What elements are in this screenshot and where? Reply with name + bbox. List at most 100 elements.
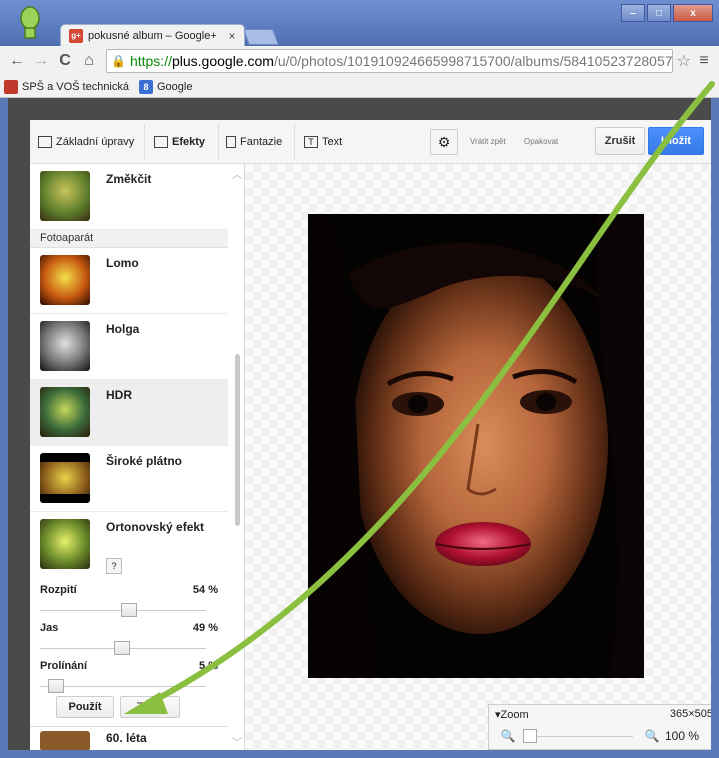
minimize-button[interactable]: – <box>621 4 645 22</box>
google-plus-icon: g+ <box>69 28 83 43</box>
effect-item-soften[interactable]: Změkčit <box>30 164 228 230</box>
frog-thumbnail-icon <box>40 519 90 569</box>
bookmark-star-icon[interactable]: ☆ <box>677 51 691 71</box>
tab-fantasy[interactable]: Fantazie <box>226 132 282 152</box>
zoom-panel: ▾Zoom 365×505 🔍 🔍 100 % <box>488 704 711 750</box>
spse-favicon-icon <box>4 79 18 94</box>
slider-label: Rozpití <box>40 584 77 596</box>
tab-effects-label: Efekty <box>172 136 206 148</box>
page-overlay: Základní úpravy Efekty Fantazie T Text ⚙… <box>8 98 711 750</box>
section-header-camera: Fotoaparát <box>30 230 228 248</box>
browser-menu-icon[interactable]: ≡ <box>695 52 713 70</box>
slider-blur-row: Rozpití 54 % <box>40 584 218 596</box>
slider-value: 5 % <box>199 660 218 672</box>
window-controls: – □ x <box>621 4 713 22</box>
slider-brightness-row: Jas 49 % <box>40 622 218 634</box>
effect-item-holga[interactable]: Holga <box>30 314 228 380</box>
panel-scrollbar[interactable]: ︿ ﹀ <box>230 164 244 750</box>
home-button[interactable]: ⌂ <box>78 50 100 72</box>
zoom-out-icon[interactable]: 🔍 <box>497 727 519 745</box>
scroll-up-icon[interactable]: ︿ <box>232 166 242 181</box>
cancel-button[interactable]: Zrušit <box>595 127 645 155</box>
bookmark-label: Google <box>157 80 193 93</box>
maximize-button[interactable]: □ <box>647 4 671 22</box>
text-icon: T <box>304 136 318 148</box>
tab-effects[interactable]: Efekty <box>154 132 205 152</box>
photo-editor: Základní úpravy Efekty Fantazie T Text ⚙… <box>30 120 711 750</box>
zoom-slider-track[interactable] <box>523 736 633 737</box>
frog-thumbnail-icon <box>40 171 90 221</box>
effect-item-widescreen[interactable]: Široké plátno <box>30 446 228 512</box>
browser-navbar: ← → C ⌂ 🔒 https:// plus.google.com /u/0/… <box>0 46 719 76</box>
bookmarks-bar: SPŠ a VOŠ technická 8 Google <box>0 76 719 98</box>
help-button[interactable]: ? <box>106 558 122 574</box>
tab-close-icon[interactable]: × <box>224 29 240 43</box>
slider-blend-row: Prolínání 5 % <box>40 660 218 672</box>
portrait-photo <box>308 214 644 678</box>
new-tab-button[interactable] <box>243 29 279 45</box>
effect-label: Holga <box>106 322 140 336</box>
slider-blur-knob[interactable] <box>121 603 137 617</box>
effects-icon <box>154 136 168 148</box>
save-button[interactable]: Uložit <box>648 127 704 155</box>
settings-gear-button[interactable]: ⚙ <box>430 129 458 155</box>
redo-button[interactable]: Opakovat <box>524 137 558 146</box>
address-bar[interactable]: 🔒 https:// plus.google.com /u/0/photos/1… <box>106 49 673 73</box>
editor-toolbar: Základní úpravy Efekty Fantazie T Text ⚙… <box>30 120 711 164</box>
bookmark-label: SPŠ a VOŠ technická <box>22 80 129 93</box>
effects-panel: Změkčit Fotoaparát Lomo Holga HDR Široké… <box>30 164 245 750</box>
reload-button[interactable]: C <box>54 50 76 72</box>
frog-thumbnail-icon <box>40 387 90 437</box>
bookmark-google[interactable]: 8 Google <box>139 79 193 94</box>
frog-thumbnail-icon <box>40 255 90 305</box>
forward-button[interactable]: → <box>30 50 52 72</box>
slider-blend-track[interactable] <box>40 686 206 687</box>
effect-label: Lomo <box>106 256 139 270</box>
effect-item-sixties[interactable]: 60. léta <box>30 726 228 750</box>
zoom-slider-knob[interactable] <box>523 729 537 743</box>
tab-text-label: Text <box>322 136 343 148</box>
url-host: plus.google.com <box>171 53 274 69</box>
lock-icon: 🔒 <box>111 54 126 68</box>
tab-fantasy-label: Fantazie <box>240 136 283 148</box>
google-favicon-icon: 8 <box>139 79 153 94</box>
back-button[interactable]: ← <box>6 50 28 72</box>
undo-button[interactable]: Vrátit zpět <box>470 137 506 146</box>
slider-blend-knob[interactable] <box>47 679 64 693</box>
tab-text[interactable]: T Text <box>304 132 342 152</box>
toolbar-divider <box>218 124 219 160</box>
toolbar-divider <box>294 124 295 160</box>
effect-item-lomo[interactable]: Lomo <box>30 248 228 314</box>
bookmark-spse[interactable]: SPŠ a VOŠ technická <box>4 79 129 94</box>
effect-label: Široké plátno <box>106 454 183 468</box>
zoom-value: 100 % <box>665 729 700 743</box>
photo-icon <box>38 136 52 148</box>
zoom-toggle[interactable]: ▾Zoom <box>495 708 529 721</box>
effect-label: 60. léta <box>106 731 147 745</box>
apply-button[interactable]: Použít <box>56 696 114 718</box>
frog-thumbnail-icon <box>40 321 90 371</box>
paint-roller-icon <box>226 136 236 148</box>
slider-brightness-knob[interactable] <box>113 641 130 655</box>
slider-label: Jas <box>40 622 59 634</box>
scroll-thumb[interactable] <box>235 354 240 526</box>
tab-basic-adjustments[interactable]: Základní úpravy <box>38 132 134 152</box>
zoom-in-icon[interactable]: 🔍 <box>641 727 663 745</box>
discard-button[interactable]: Zrušit <box>120 696 180 718</box>
close-window-button[interactable]: x <box>673 4 713 22</box>
url-scheme: https:// <box>129 53 172 69</box>
effect-item-hdr[interactable]: HDR <box>30 380 228 446</box>
slider-label: Prolínání <box>40 660 88 672</box>
scroll-down-icon[interactable]: ﹀ <box>232 734 242 749</box>
tab-basic-label: Základní úpravy <box>56 136 135 148</box>
tab-title: pokusné album – Google+ <box>88 29 217 42</box>
toolbar-divider <box>144 124 145 160</box>
browser-tab-active[interactable]: g+ pokusné album – Google+ × <box>60 24 245 46</box>
url-path: /u/0/photos/101910924665998715700/albums… <box>273 53 673 69</box>
frog-thumbnail-icon <box>40 731 90 750</box>
browser-titlebar: g+ pokusné album – Google+ × – □ x <box>0 0 719 46</box>
slider-value: 49 % <box>192 622 218 634</box>
user-profile-icon[interactable] <box>18 6 42 40</box>
effect-label: Ortonovský efekt <box>106 520 205 534</box>
slider-value: 54 % <box>192 584 218 596</box>
